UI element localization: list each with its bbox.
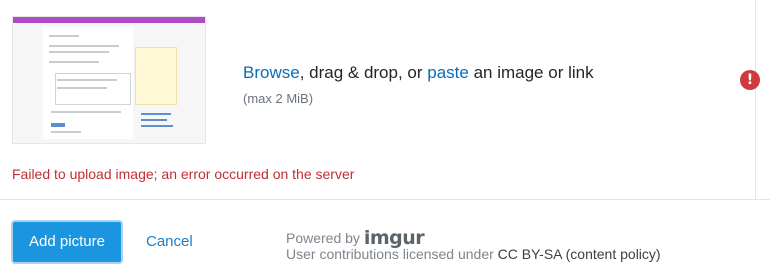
powered-by-text: Powered by — [286, 230, 364, 246]
license-text: User contributions licensed under — [286, 246, 498, 262]
size-limit: (max 2 MiB) — [243, 91, 314, 106]
cancel-button[interactable]: Cancel — [146, 233, 193, 250]
paste-link[interactable]: paste — [427, 63, 469, 82]
thumbnail-sidebar — [135, 47, 177, 105]
thumbnail-editor — [55, 73, 131, 105]
upload-prompt: Browse, drag & drop, or paste an image o… — [243, 63, 594, 83]
cc-by-sa-link[interactable]: CC BY-SA — [498, 246, 562, 262]
alert-circle-icon: ! — [740, 70, 760, 90]
content-policy-link[interactable]: (content policy) — [566, 246, 661, 262]
thumbnail-browser-bar — [13, 17, 205, 23]
preview-thumbnail — [12, 16, 206, 144]
license-notice: User contributions licensed under CC BY-… — [286, 246, 661, 262]
dialog-border — [755, 0, 756, 200]
error-message: Failed to upload image; an error occurre… — [12, 166, 355, 182]
footer-divider — [0, 199, 770, 200]
add-picture-button[interactable]: Add picture — [11, 220, 123, 264]
browse-link[interactable]: Browse — [243, 63, 300, 82]
prompt-middle-text: , drag & drop, or — [299, 63, 428, 82]
prompt-end-text: an image or link — [468, 63, 594, 82]
